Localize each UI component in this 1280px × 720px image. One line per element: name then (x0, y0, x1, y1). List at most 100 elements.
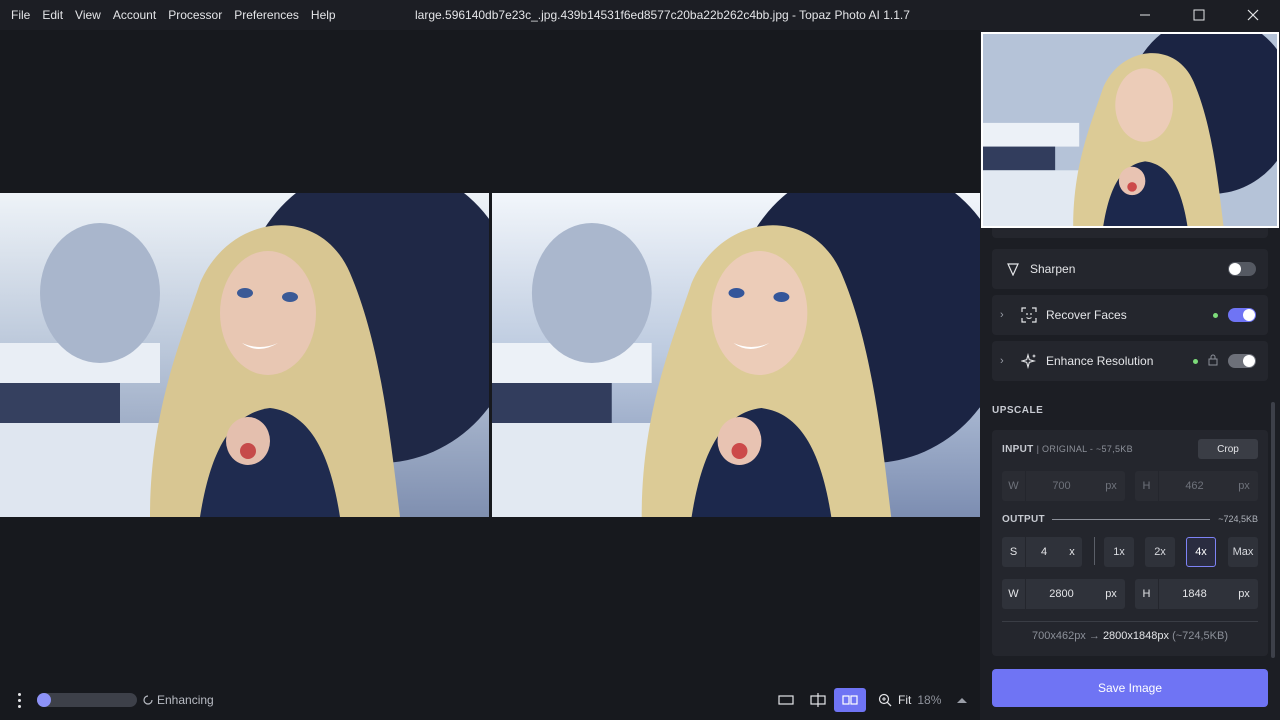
sharpen-toggle[interactable] (1228, 262, 1256, 276)
sparkle-icon (1020, 352, 1038, 370)
output-width-value[interactable]: 2800 (1026, 588, 1097, 600)
field-unit: px (1238, 588, 1250, 600)
summary-size: (~724,5KB) (1172, 630, 1229, 642)
dot-icon (17, 698, 21, 702)
input-height-field: H 462 px (1135, 471, 1258, 501)
input-width-value: 700 (1052, 480, 1071, 492)
output-file-size: ~724,5KB (1218, 514, 1258, 524)
scale-factor-value[interactable]: 4 (1026, 546, 1062, 558)
summary-to: 2800x1848px (1102, 630, 1169, 642)
original-photo (0, 193, 489, 517)
scale-1x-button[interactable]: 1x (1104, 537, 1134, 567)
caret-up-icon[interactable] (955, 695, 969, 705)
scale-4x-button[interactable]: 4x (1186, 537, 1216, 567)
bottom-toolbar: Enhancing Fit 18% (0, 680, 980, 720)
output-label: OUTPUT (1002, 514, 1045, 525)
panel-scrollbar[interactable] (1271, 402, 1275, 658)
input-width-field: W 700 px (1002, 471, 1125, 501)
crop-button[interactable]: Crop (1198, 439, 1258, 459)
input-original-size: | ORIGINAL - ~57,5KB (1036, 444, 1133, 454)
summary-divider (1002, 621, 1258, 622)
module-label: Enhance Resolution (1046, 354, 1154, 368)
zoom-label: Fit (898, 693, 912, 707)
upscale-section-title: UPSCALE (992, 405, 1044, 416)
field-key: H (1135, 579, 1159, 609)
navigator-photo (983, 34, 1277, 226)
menu-file[interactable]: File (5, 0, 36, 30)
save-image-button[interactable]: Save Image (992, 669, 1268, 707)
navigator-thumbnail[interactable] (981, 32, 1279, 228)
field-unit: px (1238, 480, 1250, 492)
menu-bar: File Edit View Account Processor Prefere… (0, 0, 342, 30)
field-key: W (1002, 579, 1026, 609)
minimize-icon (1140, 14, 1150, 16)
upscale-panel: INPUT | ORIGINAL - ~57,5KB Crop W 700 px… (992, 430, 1268, 656)
sharpen-icon (1004, 260, 1022, 278)
side-by-side-button[interactable] (834, 688, 866, 712)
processing-status: Enhancing (143, 680, 214, 720)
output-width-field[interactable]: W 2800 px (1002, 579, 1125, 609)
menu-edit[interactable]: Edit (36, 0, 69, 30)
module-label: Recover Faces (1046, 308, 1127, 322)
chevron-right-icon[interactable]: › (1000, 355, 1014, 367)
preview-image-pane[interactable] (492, 193, 980, 517)
window-controls (1118, 0, 1280, 30)
menu-account[interactable]: Account (107, 0, 162, 30)
maximize-icon (1193, 9, 1205, 21)
face-icon (1020, 306, 1038, 324)
resolution-summary: 700x462px → 2800x1848px (~724,5KB) (992, 630, 1268, 642)
input-height-value: 462 (1185, 480, 1204, 492)
more-options-button[interactable] (8, 688, 30, 712)
scale-separator (1094, 537, 1095, 565)
maximize-button[interactable] (1172, 0, 1226, 30)
menu-processor[interactable]: Processor (162, 0, 228, 30)
scale-factor-field[interactable]: S 4 x (1002, 537, 1082, 567)
title-bar: File Edit View Account Processor Prefere… (0, 0, 1280, 30)
module-recover-faces[interactable]: › Recover Faces (992, 295, 1268, 335)
enhance-resolution-toggle[interactable] (1228, 354, 1256, 368)
chevron-right-icon[interactable]: › (1000, 309, 1014, 321)
zoom-icon (878, 693, 892, 707)
menu-view[interactable]: View (69, 0, 107, 30)
side-by-side-icon (842, 695, 858, 705)
recover-faces-toggle[interactable] (1228, 308, 1256, 322)
right-panel: Sharpen › Recover Faces › Enhance Resolu… (980, 30, 1280, 720)
scale-max-button[interactable]: Max (1228, 537, 1258, 567)
module-sharpen[interactable]: Sharpen (992, 249, 1268, 289)
menu-help[interactable]: Help (305, 0, 342, 30)
collapsed-module-edge (992, 228, 1268, 238)
field-unit: px (1105, 588, 1117, 600)
view-mode-group (770, 688, 866, 712)
enhanced-photo (492, 193, 980, 517)
output-height-field[interactable]: H 1848 px (1135, 579, 1258, 609)
progress-bar (37, 693, 137, 707)
original-image-pane[interactable] (0, 193, 489, 517)
output-divider-line (1052, 519, 1210, 520)
field-unit: x (1069, 546, 1075, 558)
scale-2x-button[interactable]: 2x (1145, 537, 1175, 567)
module-label: Sharpen (1030, 262, 1076, 276)
dot-icon (17, 692, 21, 696)
active-indicator (1213, 312, 1218, 318)
summary-arrow-icon: → (1088, 630, 1100, 642)
split-view-icon (810, 693, 826, 707)
menu-preferences[interactable]: Preferences (228, 0, 305, 30)
close-button[interactable] (1226, 0, 1280, 30)
field-key: W (1002, 471, 1026, 501)
zoom-control[interactable]: Fit 18% (878, 680, 969, 720)
field-key: S (1002, 537, 1026, 567)
minimize-button[interactable] (1118, 0, 1172, 30)
toggle-knob (1243, 355, 1255, 367)
split-view-button[interactable] (802, 688, 834, 712)
field-key: H (1135, 471, 1159, 501)
window-title: large.596140db7e23c_.jpg.439b14531f6ed85… (415, 8, 910, 22)
input-header: INPUT | ORIGINAL - ~57,5KB (1002, 444, 1133, 455)
status-text: Enhancing (157, 693, 214, 707)
single-view-button[interactable] (770, 688, 802, 712)
output-height-value[interactable]: 1848 (1159, 588, 1230, 600)
module-enhance-resolution[interactable]: › Enhance Resolution (992, 341, 1268, 381)
close-icon (1247, 9, 1259, 21)
image-canvas[interactable] (0, 30, 980, 680)
toggle-knob (1229, 263, 1241, 275)
toggle-knob (1243, 309, 1255, 321)
